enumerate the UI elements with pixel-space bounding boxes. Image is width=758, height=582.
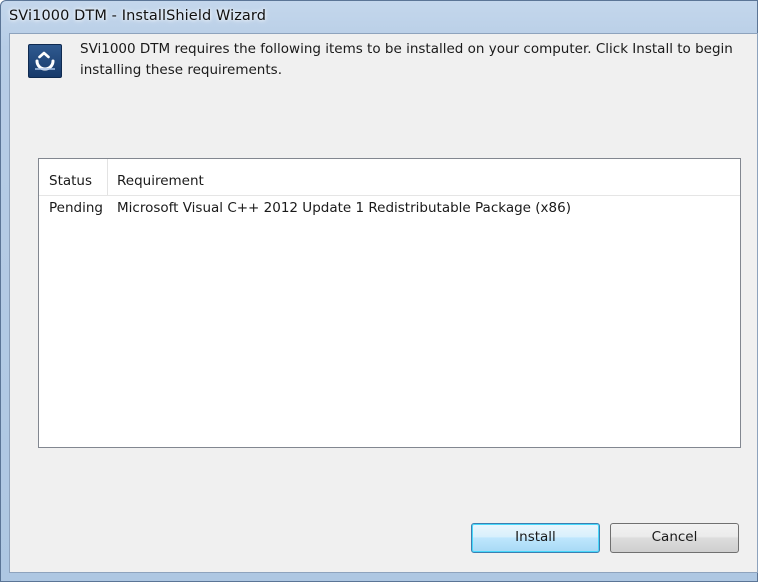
requirements-list[interactable]: Status Requirement Pending Microsoft Vis… bbox=[38, 158, 741, 448]
column-header-requirement[interactable]: Requirement bbox=[108, 159, 740, 195]
installshield-wizard-icon bbox=[28, 44, 62, 78]
list-item-status: Pending bbox=[49, 200, 103, 216]
list-header: Status Requirement bbox=[39, 159, 740, 196]
list-item-requirement: Microsoft Visual C++ 2012 Update 1 Redis… bbox=[117, 200, 571, 216]
title-bar[interactable]: SVi1000 DTM - InstallShield Wizard bbox=[1, 1, 758, 33]
column-header-status[interactable]: Status bbox=[39, 159, 108, 195]
list-item[interactable]: Pending Microsoft Visual C++ 2012 Update… bbox=[39, 197, 740, 221]
cancel-button[interactable]: Cancel bbox=[610, 523, 739, 553]
install-button[interactable]: Install bbox=[471, 523, 600, 553]
window-title: SVi1000 DTM - InstallShield Wizard bbox=[9, 8, 267, 24]
requirements-message: SVi1000 DTM requires the following items… bbox=[80, 41, 733, 78]
